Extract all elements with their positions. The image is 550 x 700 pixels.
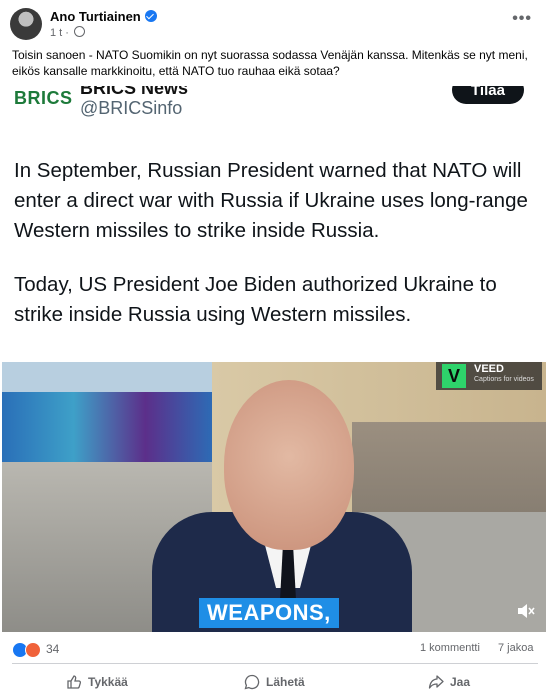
post-header: Ano Turtiainen 1 t · ••• (0, 0, 550, 44)
video-frame[interactable]: WEAPONS, V VEED Captions for videos (2, 362, 546, 632)
veed-watermark: V VEED Captions for videos (436, 362, 542, 390)
thumbs-up-icon (67, 675, 82, 689)
action-bar: Tykkää Lähetä Jaa (0, 664, 550, 700)
video-background-stage (2, 392, 217, 462)
verified-badge-icon (144, 10, 157, 22)
send-button[interactable]: Lähetä (244, 670, 305, 694)
brics-logo: BRICS (14, 88, 73, 109)
tweet-paragraph-1: In September, Russian President warned t… (14, 159, 528, 242)
mute-icon[interactable] (516, 602, 536, 620)
veed-tagline: Captions for videos (474, 376, 534, 383)
post-time[interactable]: 1 t (50, 27, 62, 39)
send-button-label: Lähetä (266, 675, 305, 689)
veed-logo-icon: V (442, 364, 466, 388)
video-subtitle: WEAPONS, (199, 598, 339, 628)
tweet-follow-button: Tilaa (452, 86, 524, 104)
like-button-label: Tykkää (88, 675, 128, 689)
share-button[interactable]: Jaa (428, 670, 470, 694)
brics-logo-text: BRICS (14, 88, 73, 108)
share-button-label: Jaa (450, 675, 471, 689)
author-name[interactable]: Ano Turtiainen (50, 9, 141, 24)
shares-count[interactable]: 7 jakoa (498, 642, 533, 654)
messenger-icon (244, 674, 260, 690)
share-arrow-icon (428, 675, 444, 689)
post-media[interactable]: BRICS BRICS News @BRICSinfo Tilaa In Sep… (0, 86, 550, 632)
reactions-bar: 34 1 kommentti 7 jakoa (0, 634, 550, 662)
comments-count[interactable]: 1 kommentti (420, 642, 480, 654)
like-button[interactable]: Tykkää (66, 670, 128, 694)
author-name-row[interactable]: Ano Turtiainen (50, 9, 157, 24)
globe-icon (74, 26, 86, 37)
veed-name: VEED (474, 363, 504, 375)
angry-reaction-icon[interactable] (25, 642, 41, 658)
post-caption: Toisin sanoen - NATO Suomikin on nyt suo… (12, 48, 528, 78)
post-meta: 1 t · (50, 26, 86, 39)
tweet-paragraph-2: Today, US President Joe Biden authorized… (14, 273, 497, 326)
tweet-handle: @BRICSinfo (80, 98, 183, 118)
more-options-icon[interactable]: ••• (512, 10, 532, 28)
speaker-head (224, 380, 354, 550)
tweet-screenshot: BRICS BRICS News @BRICSinfo Tilaa In Sep… (0, 86, 550, 362)
reaction-count[interactable]: 34 (46, 642, 59, 656)
avatar[interactable] (10, 8, 42, 40)
